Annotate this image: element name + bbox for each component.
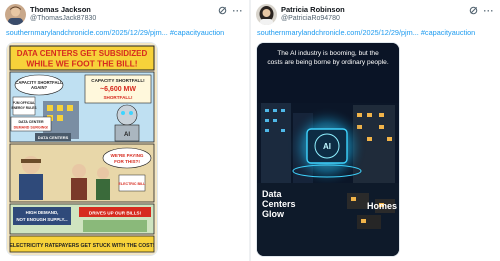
article-link[interactable]: southernmarylandchronicle.com/2025/12/29… xyxy=(257,28,419,37)
comic-title-1: DATA CENTERS GET SUBSIDIZED xyxy=(17,49,148,58)
hashtag-link[interactable]: #capacityauction xyxy=(170,28,224,37)
tweet-card-patricia[interactable]: Patricia Robinson @PatriciaRo94780 ··· s… xyxy=(251,0,500,261)
caption-centers: Centers xyxy=(262,199,296,209)
author-handle[interactable]: @PatriciaRo94780 xyxy=(281,15,340,22)
shortfall-bubble: CAPACITY SHORTFALL! xyxy=(91,78,145,83)
svg-text:PJM OFFICIAL: PJM OFFICIAL xyxy=(13,101,35,105)
more-options-icon[interactable]: ··· xyxy=(233,6,244,15)
more-options-icon[interactable]: ··· xyxy=(484,6,495,15)
tweet-image-datacenter[interactable]: The AI industry is booming, but the cost… xyxy=(256,42,400,257)
author-name[interactable]: Thomas Jackson xyxy=(30,5,91,14)
headline-line-2: costs are being borne by ordinary people… xyxy=(267,59,388,66)
article-link[interactable]: southernmarylandchronicle.com/2025/12/29… xyxy=(6,28,168,37)
header-actions: ··· xyxy=(469,6,495,15)
author-handle[interactable]: @ThomasJack87830 xyxy=(30,15,96,22)
tweet-image-comic[interactable]: DATA CENTERS GET SUBSIDIZED WHILE WE FOO… xyxy=(6,42,158,256)
caption-homes: Homes xyxy=(367,201,397,211)
avatar[interactable] xyxy=(5,4,26,25)
tweet-header: Thomas Jackson @ThomasJack87830 ··· xyxy=(5,4,245,26)
author-name[interactable]: Patricia Robinson xyxy=(281,5,345,14)
shortfall-label: SHORTFALL! xyxy=(103,95,133,100)
svg-text:AGAIN?: AGAIN? xyxy=(31,85,47,90)
avatar[interactable] xyxy=(256,4,277,25)
svg-text:ENERGY RULES: ENERGY RULES xyxy=(11,106,36,110)
svg-text:FOR THIS?!: FOR THIS?! xyxy=(114,159,140,164)
data-centers-label: DATA CENTERS xyxy=(38,135,69,140)
hashtag-link[interactable]: #capacityauction xyxy=(421,28,475,37)
electric-bill-label: ELECTRIC BILL xyxy=(119,182,147,186)
comic-title-2: WHILE WE FOOT THE BILL! xyxy=(26,59,137,69)
svg-text:WE'RE PAYING: WE'RE PAYING xyxy=(111,153,144,158)
robot-label: AI xyxy=(124,132,130,138)
shortfall-amount: ~6,600 MW xyxy=(100,86,136,93)
tweet-header: Patricia Robinson @PatriciaRo94780 ··· xyxy=(256,4,496,26)
ai-chip-label: AI xyxy=(323,142,331,151)
svg-text:DEMAND SURGING!: DEMAND SURGING! xyxy=(14,126,49,130)
tweet-text: southernmarylandchronicle.com/2025/12/29… xyxy=(6,28,224,37)
caption-data: Data xyxy=(262,189,283,199)
caption-glow: Glow xyxy=(262,209,285,219)
comic-footer: ELECTRICITY RATEPAYERS GET STUCK WITH TH… xyxy=(9,243,154,249)
header-actions: ··· xyxy=(218,6,244,15)
svg-text:HIGH DEMAND,: HIGH DEMAND, xyxy=(26,210,59,215)
headline-line-1: The AI industry is booming, but the xyxy=(277,50,379,57)
grok-icon[interactable] xyxy=(469,6,478,15)
tweet-text: southernmarylandchronicle.com/2025/12/29… xyxy=(257,28,475,37)
grok-icon[interactable] xyxy=(218,6,227,15)
svg-text:DATA CENTER: DATA CENTER xyxy=(18,120,43,124)
tweet-card-thomas[interactable]: Thomas Jackson @ThomasJack87830 ··· sout… xyxy=(0,0,249,261)
svg-text:NOT ENOUGH SUPPLY...: NOT ENOUGH SUPPLY... xyxy=(16,217,67,222)
drives-up-label: DRIVES UP OUR BILLS! xyxy=(89,211,142,216)
